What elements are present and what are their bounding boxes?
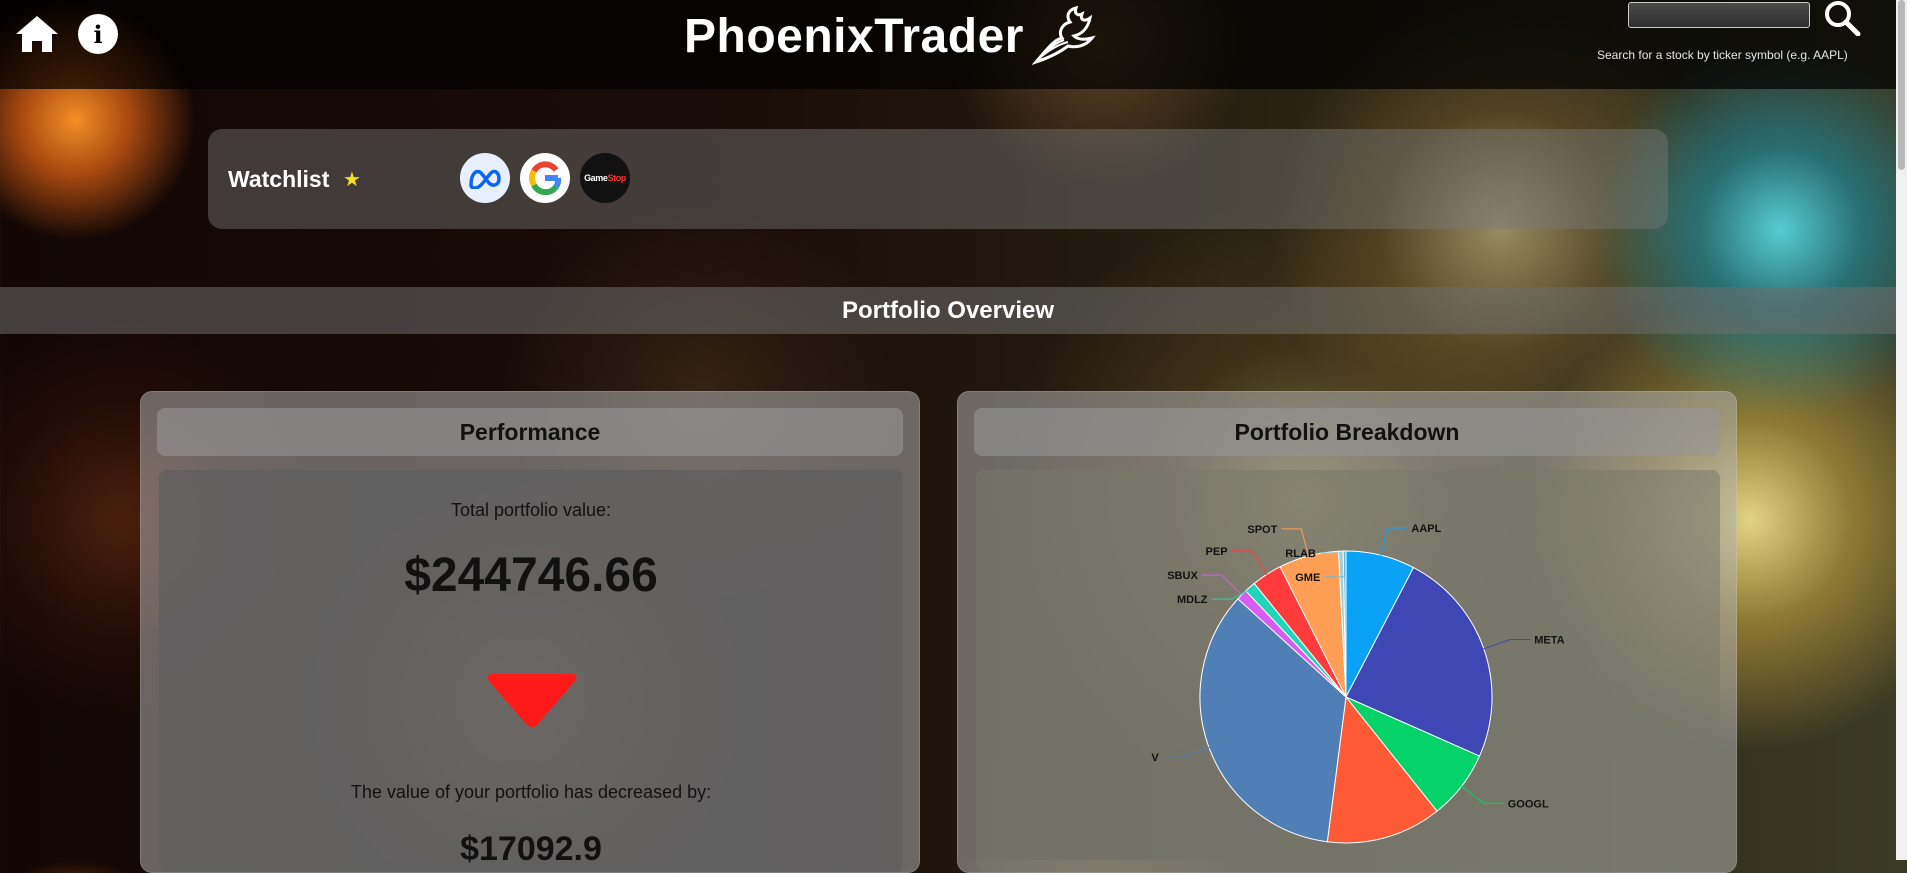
pie-label-leader-aapl xyxy=(1380,528,1407,557)
pie-label-leader-meta xyxy=(1482,640,1530,650)
value-change-label: The value of your portfolio has decrease… xyxy=(159,782,903,803)
total-value-label: Total portfolio value: xyxy=(159,500,903,521)
pie-label-sbux: SBUX xyxy=(1167,570,1198,582)
portfolio-pie-chart: AAPL META GOOGL V SBUX MDLZ PEP SPOT RLAB GME xyxy=(976,470,1718,872)
pie-label-mdlz: MDLZ xyxy=(1177,594,1208,606)
phoenix-logo-icon xyxy=(1032,4,1098,68)
top-navigation-bar: i PhoenixTrader Search for a stock by ti… xyxy=(0,0,1896,89)
pie-label-leader-pep xyxy=(1232,551,1268,576)
performance-body: Total portfolio value: $244746.66 The va… xyxy=(159,470,903,872)
brand: PhoenixTrader xyxy=(684,4,1098,68)
pie-label-leader-sbux xyxy=(1202,575,1243,596)
portfolio-breakdown-card: Portfolio Breakdown AAPL META GOOGL V SBUX MD… xyxy=(957,391,1737,873)
star-icon: ★ xyxy=(343,167,361,192)
watchlist-panel: Watchlist ★ GameStop xyxy=(208,129,1668,229)
pie-label-v: V xyxy=(1151,752,1159,764)
home-icon[interactable] xyxy=(14,14,60,54)
info-icon[interactable]: i xyxy=(78,14,118,54)
scrollbar[interactable] xyxy=(1896,0,1907,860)
gamestop-logo-icon: GameStop xyxy=(584,173,626,183)
search-input[interactable] xyxy=(1628,2,1810,28)
watchlist-item-google[interactable] xyxy=(520,153,570,203)
performance-title: Performance xyxy=(157,408,903,456)
performance-card: Performance Total portfolio value: $2447… xyxy=(140,391,920,873)
value-change: $17092.9 xyxy=(159,830,903,869)
pie-label-rlab: RLAB xyxy=(1285,548,1316,560)
watchlist-item-meta[interactable] xyxy=(460,153,510,203)
meta-logo-icon xyxy=(467,167,503,189)
portfolio-breakdown-title: Portfolio Breakdown xyxy=(974,408,1720,456)
total-value: $244746.66 xyxy=(159,548,903,603)
pie-label-spot: SPOT xyxy=(1247,524,1277,536)
google-logo-icon xyxy=(528,161,562,195)
portfolio-breakdown-body: AAPL META GOOGL V SBUX MDLZ PEP SPOT RLAB GME xyxy=(976,470,1720,872)
search-icon[interactable] xyxy=(1822,0,1866,36)
pie-label-gme: GME xyxy=(1295,572,1320,584)
search-hint: Search for a stock by ticker symbol (e.g… xyxy=(1597,48,1848,62)
portfolio-overview-heading: Portfolio Overview xyxy=(0,287,1896,334)
watchlist-title: Watchlist xyxy=(228,166,329,193)
pie-label-pep: PEP xyxy=(1206,546,1228,558)
scrollbar-thumb[interactable] xyxy=(1898,0,1905,170)
pie-label-aapl: AAPL xyxy=(1411,523,1441,535)
watchlist-item-gamestop[interactable]: GameStop xyxy=(580,153,630,203)
app-title: PhoenixTrader xyxy=(684,9,1024,64)
pie-label-meta: META xyxy=(1534,635,1564,647)
pie-label-leader-googl xyxy=(1460,785,1504,803)
pie-label-googl: GOOGL xyxy=(1508,798,1549,810)
pie-label-leader-v xyxy=(1163,747,1211,757)
trend-down-arrow-icon xyxy=(484,670,580,730)
